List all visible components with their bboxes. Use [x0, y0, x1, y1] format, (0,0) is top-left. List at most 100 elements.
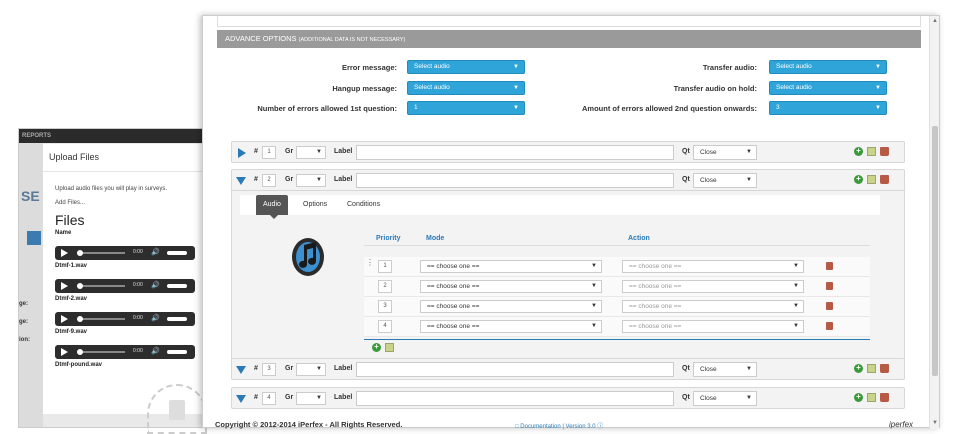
- seek-handle[interactable]: [77, 349, 83, 355]
- advance-options-bar[interactable]: ADVANCE OPTIONS (ADDITIONAL DATA IS NOT …: [217, 30, 921, 48]
- trash-icon[interactable]: [826, 322, 833, 330]
- group-select[interactable]: ▼: [296, 392, 326, 405]
- collapse-arrow-icon[interactable]: [236, 177, 246, 185]
- expand-arrow-icon[interactable]: [238, 148, 246, 158]
- detail-tabs: Audio Options Conditions: [240, 195, 880, 219]
- errors-onwards-select[interactable]: 3 ▼: [769, 101, 887, 115]
- collapse-arrow-icon[interactable]: [236, 366, 246, 374]
- group-select[interactable]: ▼: [296, 363, 326, 376]
- trash-icon[interactable]: [880, 147, 889, 157]
- qt-select[interactable]: Close ▼: [693, 362, 757, 377]
- drop-zone[interactable]: [147, 384, 207, 434]
- player-time: 0:00: [133, 315, 143, 321]
- scrollbar-thumb[interactable]: [932, 126, 938, 376]
- name-column-header: Name: [55, 230, 72, 236]
- label-input[interactable]: [356, 362, 674, 377]
- add-icon[interactable]: +: [854, 364, 863, 374]
- mode-select[interactable]: == choose one == ▼: [420, 320, 602, 333]
- audio-player[interactable]: 0:00 🔊: [55, 345, 195, 359]
- tab-conditions[interactable]: Conditions: [340, 195, 387, 215]
- seek-bar[interactable]: [77, 318, 125, 320]
- question-number-field[interactable]: 4: [262, 392, 276, 405]
- mode-select[interactable]: == choose one == ▼: [420, 280, 602, 293]
- tab-audio[interactable]: Audio: [256, 195, 288, 219]
- copy-icon[interactable]: [867, 393, 876, 403]
- mode-select[interactable]: == choose one == ▼: [420, 260, 602, 273]
- add-icon[interactable]: +: [854, 147, 863, 157]
- audio-player[interactable]: 0:00 🔊: [55, 312, 195, 326]
- copy-icon[interactable]: [867, 364, 876, 374]
- documentation-link[interactable]: □ Documentation | Version 3.0 ⓘ: [515, 421, 603, 430]
- label-input[interactable]: [356, 391, 674, 406]
- trash-icon[interactable]: [826, 302, 833, 310]
- question-number-field[interactable]: 1: [262, 146, 276, 159]
- qt-select[interactable]: Close ▼: [693, 173, 757, 188]
- seek-bar[interactable]: [77, 351, 125, 353]
- trash-icon[interactable]: [826, 262, 833, 270]
- transfer-hold-select[interactable]: Select audio ▼: [769, 81, 887, 95]
- play-icon[interactable]: [61, 282, 68, 290]
- qt-label: Qt: [682, 176, 690, 183]
- play-icon[interactable]: [61, 348, 68, 356]
- seek-handle[interactable]: [77, 283, 83, 289]
- priority-field[interactable]: 4: [378, 320, 392, 333]
- label-input[interactable]: [356, 173, 674, 188]
- upload-files-panel: Upload Files Upload audio files you will…: [42, 144, 208, 434]
- errors-first-select[interactable]: 1 ▼: [407, 101, 525, 115]
- error-message-select[interactable]: Select audio ▼: [407, 60, 525, 74]
- trash-icon[interactable]: [826, 282, 833, 290]
- group-select[interactable]: ▼: [296, 146, 326, 159]
- trash-icon[interactable]: [880, 393, 889, 403]
- upload-panel-title: Upload Files: [43, 144, 208, 172]
- volume-slider[interactable]: [167, 284, 187, 288]
- copy-icon[interactable]: [385, 343, 394, 353]
- action-select[interactable]: == choose one == ▼: [622, 280, 804, 293]
- audio-player[interactable]: 0:00 🔊: [55, 279, 195, 293]
- mode-select[interactable]: == choose one == ▼: [420, 300, 602, 313]
- transfer-audio-select[interactable]: Select audio ▼: [769, 60, 887, 74]
- drag-handle-icon[interactable]: ⋮: [366, 259, 374, 267]
- volume-slider[interactable]: [167, 350, 187, 354]
- scroll-down-icon[interactable]: ▼: [932, 420, 938, 426]
- trash-icon[interactable]: [880, 175, 889, 185]
- volume-icon[interactable]: 🔊: [151, 281, 160, 289]
- label-input[interactable]: [356, 145, 674, 160]
- play-icon[interactable]: [61, 249, 68, 257]
- seek-handle[interactable]: [77, 250, 83, 256]
- audio-player[interactable]: 0:00 🔊: [55, 246, 195, 260]
- add-row-icon[interactable]: +: [372, 343, 381, 353]
- question-number-field[interactable]: 2: [262, 174, 276, 187]
- priority-field[interactable]: 2: [378, 280, 392, 293]
- copy-icon[interactable]: [867, 147, 876, 157]
- scroll-up-icon[interactable]: ▲: [932, 18, 938, 24]
- vertical-scrollbar[interactable]: ▲ ▼: [929, 16, 939, 429]
- seek-bar[interactable]: [77, 252, 125, 254]
- question-number-field[interactable]: 3: [262, 363, 276, 376]
- trash-icon[interactable]: [880, 364, 889, 374]
- action-select[interactable]: == choose one == ▼: [622, 260, 804, 273]
- action-select[interactable]: == choose one == ▼: [622, 300, 804, 313]
- copy-icon[interactable]: [867, 175, 876, 185]
- priority-field[interactable]: 3: [378, 300, 392, 313]
- action-select[interactable]: == choose one == ▼: [622, 320, 804, 333]
- seek-bar[interactable]: [77, 285, 125, 287]
- seek-handle[interactable]: [77, 316, 83, 322]
- group-select[interactable]: ▼: [296, 174, 326, 187]
- group-label: Gr: [285, 365, 294, 372]
- add-icon[interactable]: +: [854, 175, 863, 185]
- play-icon[interactable]: [61, 315, 68, 323]
- volume-icon[interactable]: 🔊: [151, 314, 160, 322]
- priority-field[interactable]: 1: [378, 260, 392, 273]
- volume-icon[interactable]: 🔊: [151, 347, 160, 355]
- collapse-arrow-icon[interactable]: [236, 395, 246, 403]
- qt-select[interactable]: Close ▼: [693, 145, 757, 160]
- file-name: Dtmf-1.wav: [55, 263, 88, 269]
- tab-options[interactable]: Options: [296, 195, 334, 215]
- add-icon[interactable]: +: [854, 393, 863, 403]
- qt-select[interactable]: Close ▼: [693, 391, 757, 406]
- volume-slider[interactable]: [167, 251, 187, 255]
- volume-slider[interactable]: [167, 317, 187, 321]
- volume-icon[interactable]: 🔊: [151, 248, 160, 256]
- hangup-message-select[interactable]: Select audio ▼: [407, 81, 525, 95]
- add-files-link[interactable]: Add Files...: [55, 196, 196, 210]
